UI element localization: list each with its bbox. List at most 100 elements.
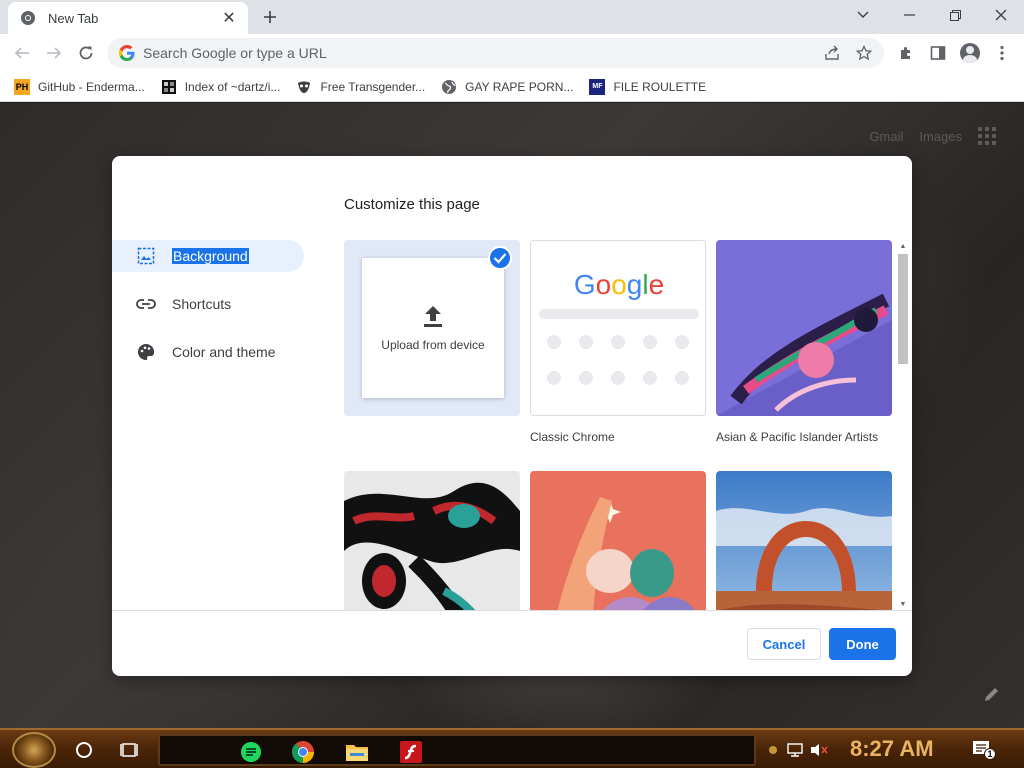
profile-button[interactable] bbox=[954, 37, 986, 69]
share-button[interactable] bbox=[816, 38, 848, 68]
bookmark-label: GAY RAPE PORN... bbox=[465, 79, 574, 94]
tab-strip: New Tab ✕ bbox=[0, 0, 1024, 34]
search-bar-placeholder bbox=[539, 309, 699, 319]
close-tab-icon[interactable]: ✕ bbox=[220, 9, 238, 27]
task-view-button[interactable] bbox=[118, 738, 142, 762]
customize-dialog: Customize this page Background Shortcuts… bbox=[112, 156, 912, 676]
tab-title: New Tab bbox=[48, 10, 99, 26]
done-button[interactable]: Done bbox=[829, 628, 896, 660]
close-window-button[interactable] bbox=[978, 0, 1024, 30]
menu-label: Background bbox=[172, 248, 249, 264]
bookmark-globe-link[interactable]: GAY RAPE PORN... bbox=[435, 74, 579, 100]
bookmark-github[interactable]: PH GitHub - Enderma... bbox=[8, 74, 151, 100]
apps-grid-icon[interactable] bbox=[978, 127, 996, 145]
upload-icon bbox=[424, 306, 442, 327]
extensions-button[interactable] bbox=[890, 37, 922, 69]
tile-thumbnail bbox=[716, 471, 892, 610]
tile-arch-landscape[interactable] bbox=[716, 471, 892, 610]
upload-label: Upload from device bbox=[381, 338, 485, 352]
taskbar-app-flash[interactable] bbox=[398, 739, 424, 765]
tile-thumbnail: Google bbox=[530, 240, 706, 416]
forward-button[interactable] bbox=[38, 37, 70, 69]
tile-upload-from-device[interactable]: Upload from device bbox=[344, 240, 520, 416]
tiles-scrollbar[interactable]: ▲ ▼ bbox=[896, 240, 910, 610]
omnibox[interactable] bbox=[107, 38, 884, 68]
background-tiles: Upload from device Google Classic Chrome bbox=[344, 240, 908, 610]
chrome-icon bbox=[292, 741, 314, 763]
close-icon bbox=[995, 9, 1007, 21]
scroll-down-arrow-icon[interactable]: ▼ bbox=[896, 598, 910, 610]
scroll-thumb[interactable] bbox=[898, 254, 908, 364]
tray-app-icon[interactable] bbox=[768, 745, 778, 755]
minimize-button[interactable] bbox=[886, 0, 932, 30]
ph-favicon-icon: PH bbox=[14, 78, 30, 95]
menu-item-shortcuts[interactable]: Shortcuts bbox=[112, 288, 304, 320]
dialog-title: Customize this page bbox=[344, 196, 480, 213]
tile-classic-chrome[interactable]: Google Classic Chrome bbox=[530, 240, 706, 445]
tab-new-tab[interactable]: New Tab ✕ bbox=[8, 2, 248, 34]
arrow-right-icon bbox=[47, 47, 62, 59]
taskbar-app-sheets[interactable] bbox=[238, 739, 264, 765]
menu-label: Shortcuts bbox=[172, 296, 232, 312]
action-center-button[interactable]: 1 bbox=[972, 740, 996, 760]
tile-thumbnail bbox=[716, 240, 892, 416]
upload-card: Upload from device bbox=[362, 258, 504, 398]
volume-muted-icon[interactable] bbox=[810, 742, 828, 758]
images-link[interactable]: Images bbox=[919, 129, 962, 144]
puzzle-icon bbox=[901, 47, 910, 59]
search-button[interactable] bbox=[72, 738, 96, 762]
side-panel-button[interactable] bbox=[922, 37, 954, 69]
tile-formline-art[interactable] bbox=[344, 471, 520, 610]
address-input[interactable] bbox=[143, 45, 743, 61]
google-g-icon bbox=[119, 45, 135, 61]
page-top-links: Gmail Images bbox=[869, 127, 996, 145]
share-icon bbox=[825, 45, 839, 60]
tab-search-button[interactable] bbox=[840, 0, 886, 30]
artwork-image bbox=[716, 471, 892, 610]
bookmark-label: GitHub - Enderma... bbox=[38, 79, 145, 94]
dialog-footer: Cancel Done bbox=[112, 610, 912, 676]
chevron-down-icon bbox=[857, 11, 869, 18]
gmail-link[interactable]: Gmail bbox=[869, 129, 903, 144]
cancel-button[interactable]: Cancel bbox=[747, 628, 821, 660]
taskbar: 8:27 AM 1 bbox=[0, 728, 1024, 768]
browser-toolbar bbox=[0, 34, 1024, 72]
menu-item-background[interactable]: Background bbox=[112, 240, 304, 272]
back-button[interactable] bbox=[6, 37, 38, 69]
cortana-circle-icon bbox=[76, 742, 92, 758]
start-button[interactable] bbox=[12, 732, 56, 768]
tile-label: Classic Chrome bbox=[530, 430, 615, 444]
scroll-up-arrow-icon[interactable]: ▲ bbox=[896, 240, 910, 252]
bookmark-index[interactable]: Index of ~dartz/i... bbox=[155, 74, 287, 100]
google-logo: Google bbox=[573, 269, 665, 300]
sheets-icon bbox=[241, 742, 261, 762]
bookmark-free-transgender[interactable]: Free Transgender... bbox=[290, 74, 431, 100]
taskbar-app-file-explorer[interactable] bbox=[344, 739, 370, 765]
tile-thumbnail bbox=[530, 471, 706, 610]
globe-favicon-icon bbox=[442, 79, 457, 94]
menu-item-color-theme[interactable]: Color and theme bbox=[112, 336, 304, 368]
task-view-icon bbox=[120, 743, 138, 757]
selected-check-icon bbox=[488, 246, 512, 270]
reload-button[interactable] bbox=[70, 37, 102, 69]
menu-button[interactable] bbox=[986, 37, 1018, 69]
more-vert-icon bbox=[1000, 45, 1004, 61]
tile-warm-illustration[interactable] bbox=[530, 471, 706, 610]
reload-icon bbox=[79, 46, 93, 60]
network-icon[interactable] bbox=[786, 742, 804, 758]
bookmark-star-button[interactable] bbox=[848, 38, 880, 68]
chrome-icon bbox=[21, 11, 35, 25]
tile-asian-pacific-islander-artists[interactable]: Asian & Pacific Islander Artists bbox=[716, 240, 892, 445]
tile-thumbnail: Upload from device bbox=[344, 240, 520, 416]
taskbar-apps bbox=[158, 734, 756, 766]
taskbar-clock[interactable]: 8:27 AM bbox=[850, 736, 934, 762]
new-tab-button[interactable] bbox=[258, 5, 282, 29]
taskbar-app-chrome[interactable] bbox=[290, 739, 316, 765]
restore-button[interactable] bbox=[932, 0, 978, 30]
pencil-icon[interactable] bbox=[982, 684, 1002, 704]
artwork-image bbox=[530, 471, 706, 610]
toolbar-right bbox=[890, 37, 1018, 69]
image-icon bbox=[136, 246, 156, 266]
bookmark-file-roulette[interactable]: MF FILE ROULETTE bbox=[583, 74, 712, 100]
side-panel-icon bbox=[930, 46, 946, 60]
